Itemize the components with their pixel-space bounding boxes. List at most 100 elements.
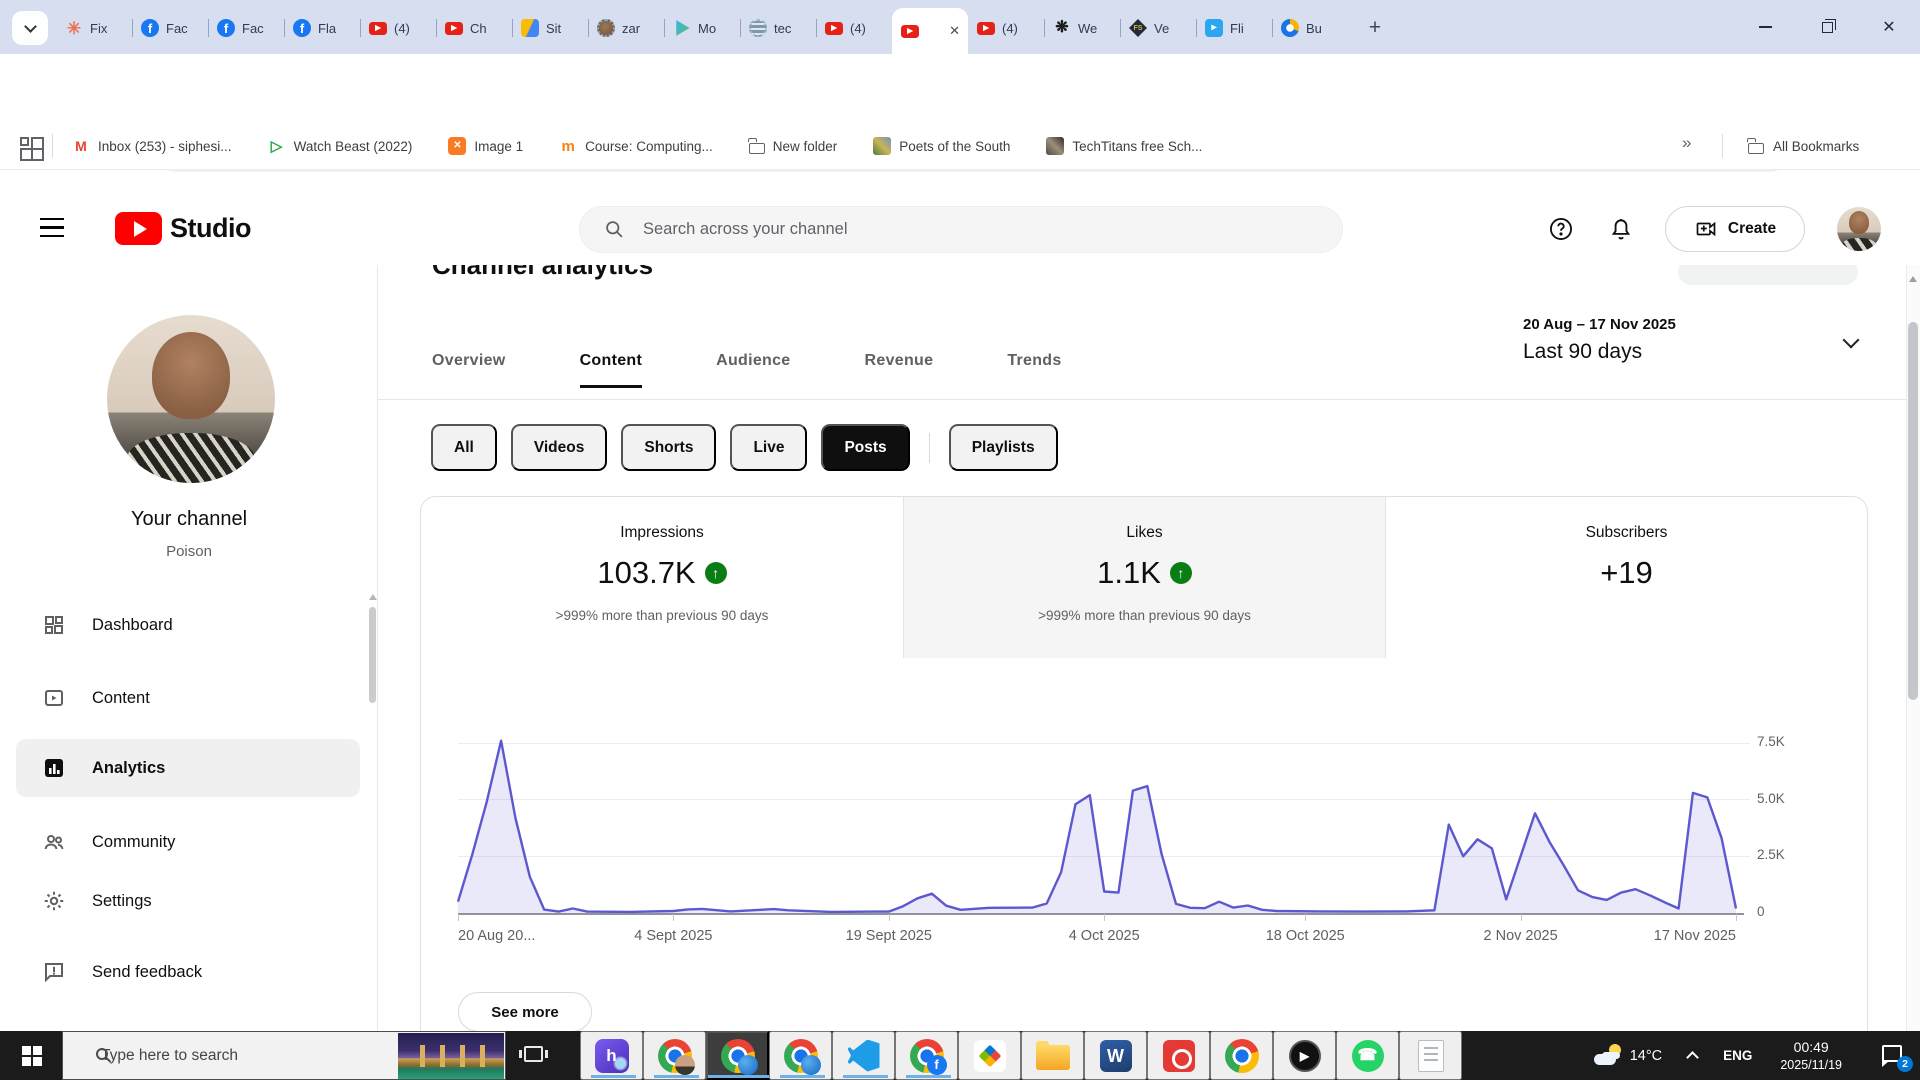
browser-tab[interactable]: tec bbox=[740, 8, 816, 48]
help-icon[interactable] bbox=[1547, 215, 1575, 243]
chip-videos[interactable]: Videos bbox=[510, 424, 608, 471]
create-button[interactable]: Create bbox=[1665, 206, 1805, 252]
bookmark-item[interactable]: TechTitans free Sch... bbox=[1046, 137, 1202, 155]
see-more-button[interactable]: See more bbox=[458, 992, 592, 1032]
tab-revenue[interactable]: Revenue bbox=[865, 352, 934, 388]
window-minimize-button[interactable] bbox=[1734, 0, 1796, 54]
avatar-badge-icon bbox=[674, 1054, 695, 1075]
browser-tab[interactable]: ▶ (4) bbox=[816, 8, 892, 48]
tab-search-button[interactable] bbox=[12, 11, 48, 45]
browser-tab[interactable]: ▶ Ch bbox=[436, 8, 512, 48]
youtube-studio-logo[interactable]: Studio bbox=[115, 212, 251, 245]
scroll-up-icon[interactable] bbox=[1909, 276, 1917, 282]
chip-all[interactable]: All bbox=[431, 424, 497, 471]
browser-tab[interactable]: ▸ Fli bbox=[1196, 8, 1272, 48]
taskbar-app-file-explorer[interactable] bbox=[1021, 1031, 1084, 1080]
hidden-icons-chevron[interactable] bbox=[1686, 1051, 1699, 1064]
start-button[interactable] bbox=[0, 1031, 62, 1080]
browser-tab[interactable]: ✳ Fix bbox=[56, 8, 132, 48]
taskbar-app-vscode[interactable] bbox=[832, 1031, 895, 1080]
sidebar-item-send-feedback[interactable]: Send feedback bbox=[16, 943, 360, 1001]
notifications-bell-icon[interactable] bbox=[1607, 215, 1635, 243]
taskbar-app-word[interactable]: W bbox=[1084, 1031, 1147, 1080]
tab-audience[interactable]: Audience bbox=[716, 352, 790, 388]
taskbar-app-red-media-app[interactable] bbox=[1147, 1031, 1210, 1080]
metric-card-subscribers[interactable]: Subscribers +19 bbox=[1385, 497, 1867, 658]
browser-tab[interactable]: Sit bbox=[512, 8, 588, 48]
bookmarks-overflow-button[interactable]: » bbox=[1682, 133, 1691, 153]
channel-search-input[interactable]: Search across your channel bbox=[579, 206, 1343, 253]
task-view-button[interactable] bbox=[519, 1046, 548, 1062]
sidebar-item-settings[interactable]: Settings bbox=[16, 872, 360, 930]
chip-posts[interactable]: Posts bbox=[821, 424, 910, 471]
bookmarks-list: M Inbox (253) - siphesi... ▷ Watch Beast (2… bbox=[72, 122, 1202, 170]
tab-title: Fac bbox=[166, 20, 188, 36]
chip-playlists[interactable]: Playlists bbox=[948, 424, 1058, 471]
asterisk-favicon: ✳ bbox=[66, 18, 82, 38]
sidebar-item-community[interactable]: Community bbox=[16, 813, 360, 871]
browser-tab[interactable]: Mo bbox=[664, 8, 740, 48]
taskbar-app-chrome-facebook[interactable] bbox=[895, 1031, 958, 1080]
taskbar-app-chrome-profile[interactable] bbox=[643, 1031, 706, 1080]
bookmark-item[interactable]: ✕ Image 1 bbox=[448, 137, 523, 155]
trend-up-icon: ↑ bbox=[1169, 562, 1192, 584]
all-bookmarks-button[interactable]: All Bookmarks bbox=[1747, 122, 1859, 170]
metric-card-likes[interactable]: Likes 1.1K ↑ >999% more than previous 90 da… bbox=[903, 497, 1385, 658]
sidebar-item-label: Send feedback bbox=[92, 962, 203, 981]
weather-icon[interactable] bbox=[1592, 1043, 1624, 1069]
taskbar-app-chrome-window-active[interactable] bbox=[706, 1031, 771, 1080]
apps-grid-icon[interactable] bbox=[20, 137, 44, 161]
taskbar-app-h-planet-app[interactable]: h bbox=[580, 1031, 643, 1080]
browser-tab[interactable]: FS Ve bbox=[1120, 8, 1196, 48]
sidebar-item-content[interactable]: Content bbox=[16, 669, 360, 727]
tab-overview[interactable]: Overview bbox=[432, 352, 506, 388]
bookmark-item[interactable]: Poets of the South bbox=[873, 137, 1010, 155]
date-range-selector[interactable]: 20 Aug – 17 Nov 2025 Last 90 days bbox=[1505, 312, 1875, 374]
chip-live[interactable]: Live bbox=[730, 424, 808, 471]
browser-tab[interactable]: f Fla bbox=[284, 8, 360, 48]
new-tab-button[interactable]: + bbox=[1360, 14, 1390, 42]
temperature-text[interactable]: 14°C bbox=[1630, 1048, 1662, 1064]
sidebar-item-dashboard[interactable]: Dashboard bbox=[16, 596, 360, 654]
channel-avatar[interactable] bbox=[107, 315, 275, 483]
taskbar-search-input[interactable]: Type here to search bbox=[62, 1031, 506, 1080]
sidebar-scrollbar-thumb[interactable] bbox=[369, 607, 376, 703]
studio-account-avatar[interactable] bbox=[1837, 207, 1881, 251]
taskbar-clock[interactable]: 00:49 2025/11/19 bbox=[1780, 1039, 1842, 1072]
window-restore-button[interactable] bbox=[1796, 0, 1858, 54]
bookmark-item[interactable]: M Inbox (253) - siphesi... bbox=[72, 137, 231, 155]
browser-tab-active[interactable]: ▶ ✕ bbox=[892, 8, 968, 54]
tab-close-icon[interactable]: ✕ bbox=[949, 23, 960, 39]
sidebar-item-analytics[interactable]: Analytics bbox=[16, 739, 360, 797]
action-center-button[interactable]: 2 bbox=[1876, 1031, 1920, 1080]
sidebar-scroll-up-icon[interactable] bbox=[369, 594, 377, 600]
window-close-button[interactable]: ✕ bbox=[1858, 0, 1920, 54]
taskbar-app-notepad[interactable] bbox=[1399, 1031, 1462, 1080]
facebook-favicon: f bbox=[141, 19, 159, 37]
taskbar-app-whatsapp[interactable]: ☎ bbox=[1336, 1031, 1399, 1080]
browser-tab[interactable]: f Fac bbox=[132, 8, 208, 48]
chip-shorts[interactable]: Shorts bbox=[621, 424, 717, 471]
analytics-tabs: Overview Content Audience Revenue Trends bbox=[432, 352, 1062, 388]
metric-card-impressions[interactable]: Impressions 103.7K ↑ >999% more than previo… bbox=[421, 497, 903, 658]
bookmark-item[interactable]: m Course: Computing... bbox=[559, 137, 713, 155]
menu-hamburger-icon[interactable] bbox=[40, 218, 64, 238]
taskbar-app-chrome-extra[interactable] bbox=[1210, 1031, 1273, 1080]
browser-tab[interactable]: ▶ (4) bbox=[968, 8, 1044, 48]
browser-tab[interactable]: f Fac bbox=[208, 8, 284, 48]
page-scrollbar-thumb[interactable] bbox=[1908, 322, 1918, 700]
taskbar-app-photos-app[interactable] bbox=[958, 1031, 1021, 1080]
tab-content[interactable]: Content bbox=[579, 352, 643, 388]
search-highlight-image[interactable] bbox=[398, 1033, 504, 1079]
browser-tab[interactable]: ▶ (4) bbox=[360, 8, 436, 48]
bookmark-item[interactable]: ▷ Watch Beast (2022) bbox=[268, 137, 413, 155]
browser-tab[interactable]: ❋ We bbox=[1044, 8, 1120, 48]
bookmark-item[interactable]: New folder bbox=[747, 138, 837, 154]
taskbar-app-media-player[interactable]: ▶ bbox=[1273, 1031, 1336, 1080]
language-indicator[interactable]: ENG bbox=[1723, 1048, 1752, 1063]
browser-tab[interactable]: Bu bbox=[1272, 8, 1348, 48]
folder-icon bbox=[1747, 138, 1764, 154]
browser-tab[interactable]: zar bbox=[588, 8, 664, 48]
tab-trends[interactable]: Trends bbox=[1007, 352, 1061, 388]
taskbar-app-chrome-window[interactable] bbox=[769, 1031, 832, 1080]
